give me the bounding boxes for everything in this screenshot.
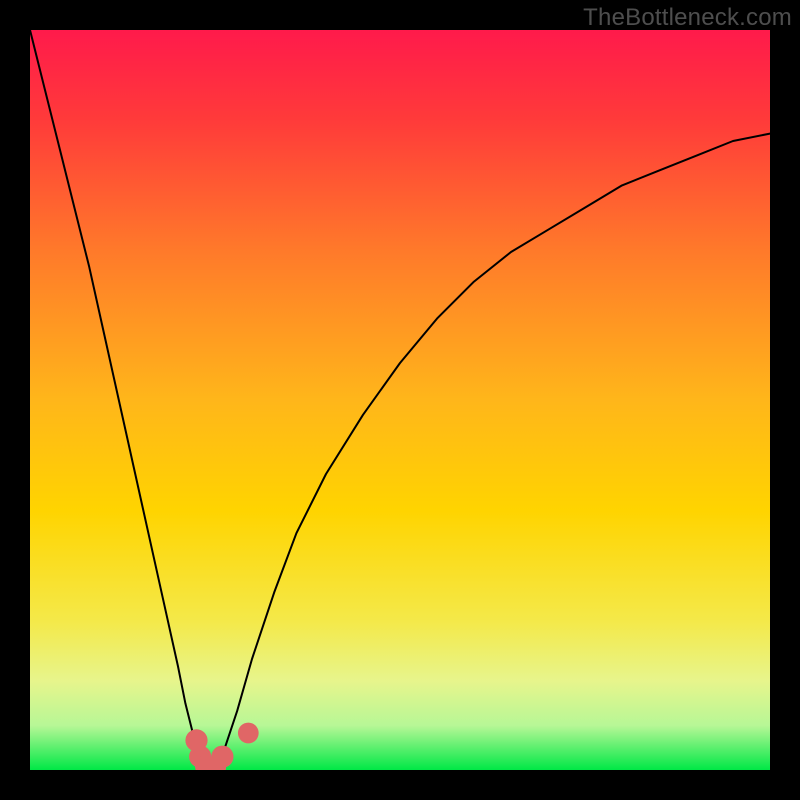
gradient-background	[30, 30, 770, 770]
chart-svg	[30, 30, 770, 770]
watermark-text: TheBottleneck.com	[583, 4, 792, 32]
chart-plot-area	[30, 30, 770, 770]
dot-5	[211, 746, 233, 768]
dot-6	[238, 723, 259, 744]
chart-frame: TheBottleneck.com	[0, 0, 800, 800]
